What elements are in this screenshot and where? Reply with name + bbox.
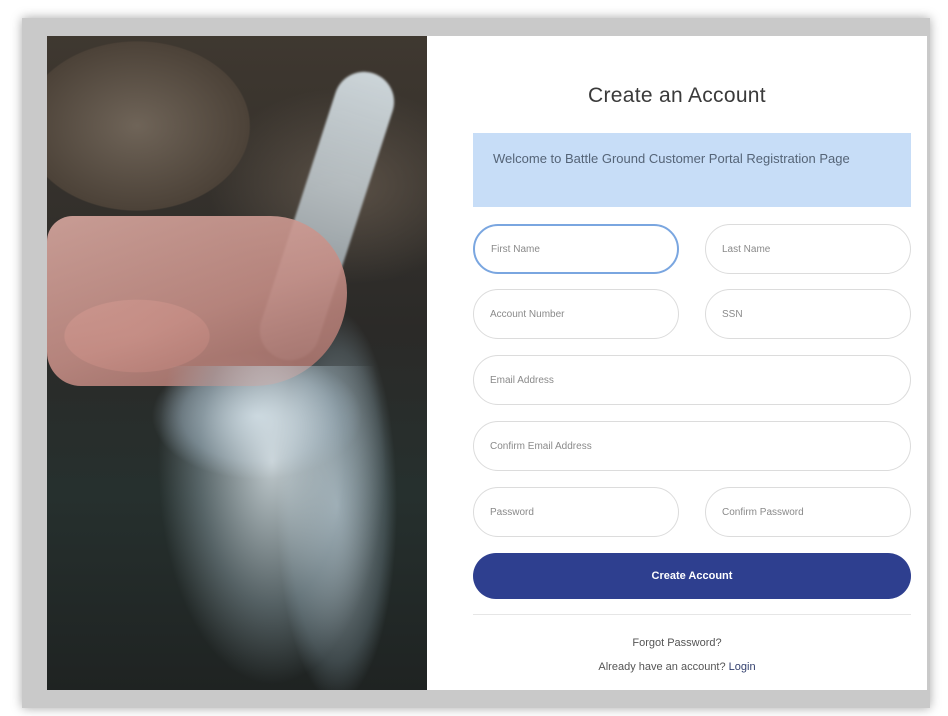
forgot-password-link[interactable]: Forgot Password? [427, 637, 927, 649]
have-account-row: Already have an account? Login [427, 661, 927, 673]
registration-form: Create an Account Welcome to Battle Grou… [427, 36, 927, 690]
page-title: Create an Account [588, 84, 766, 107]
login-link[interactable]: Login [729, 661, 756, 673]
account-number-input[interactable] [473, 289, 679, 339]
email-input[interactable] [473, 355, 911, 405]
ssn-input[interactable] [705, 289, 911, 339]
divider [473, 614, 911, 615]
first-name-input[interactable] [473, 224, 679, 274]
confirm-email-input[interactable] [473, 421, 911, 471]
welcome-alert: Welcome to Battle Ground Customer Portal… [473, 133, 911, 207]
hero-photo-water-hand [47, 36, 427, 690]
registration-card: Create an Account Welcome to Battle Grou… [47, 36, 927, 690]
password-input[interactable] [473, 487, 679, 537]
create-account-button[interactable]: Create Account [473, 553, 911, 599]
last-name-input[interactable] [705, 224, 911, 274]
confirm-password-input[interactable] [705, 487, 911, 537]
hand [47, 216, 347, 386]
water-splash [157, 366, 387, 686]
have-account-text: Already have an account? [598, 661, 726, 673]
